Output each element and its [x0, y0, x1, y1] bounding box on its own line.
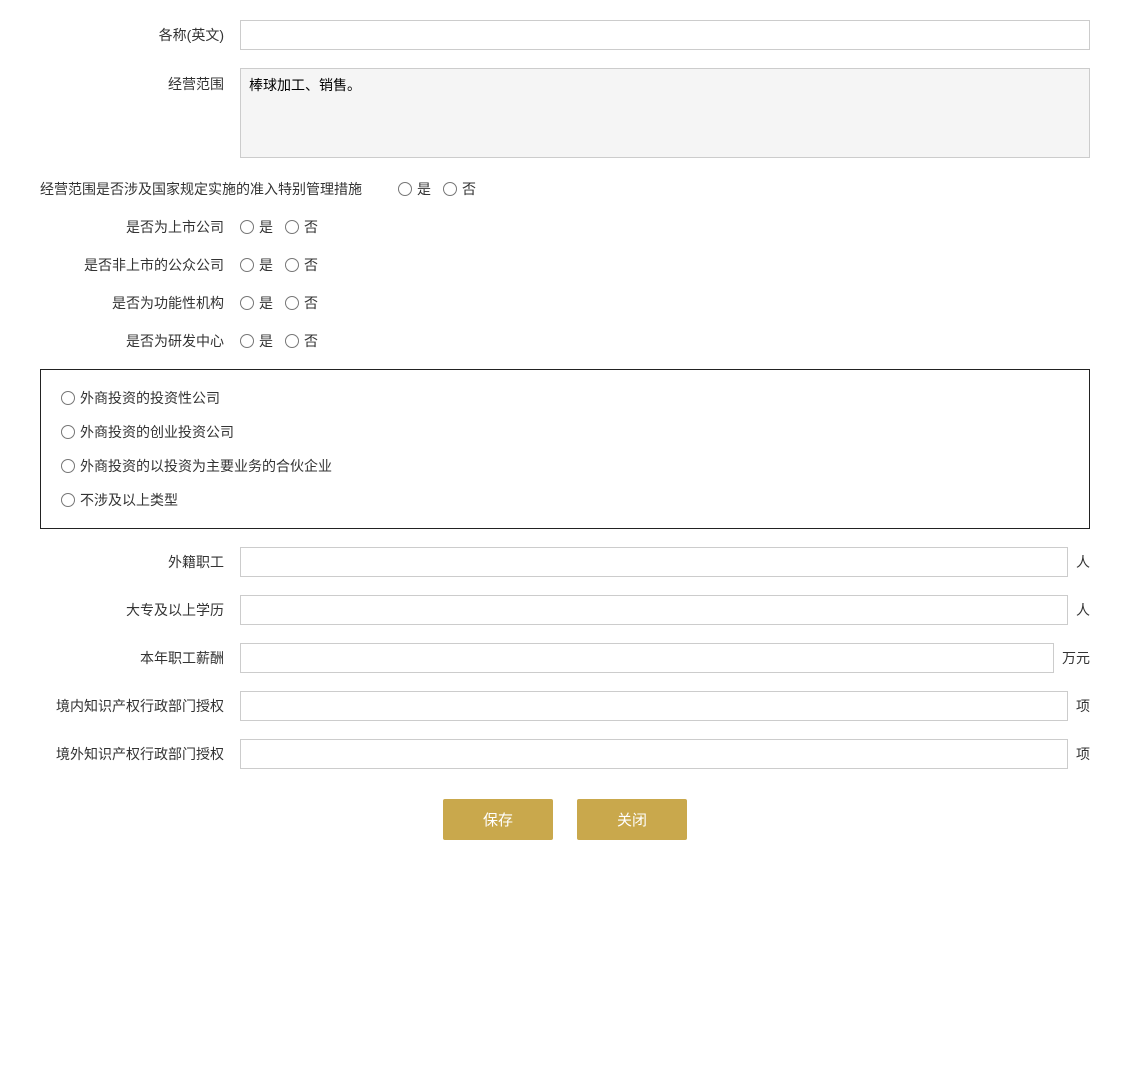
name-en-label: 各称(英文)	[40, 25, 240, 45]
investment-type-1-label: 外商投资的投资性公司	[80, 388, 220, 408]
domestic-ip-input-wrapper: 项	[240, 691, 1090, 721]
listed-company-row: 是否为上市公司 是 否	[40, 217, 1090, 237]
functional-org-radio-group: 是 否	[240, 293, 318, 313]
name-en-input[interactable]	[240, 20, 1090, 50]
business-scope-wrapper: 棒球加工、销售。	[240, 68, 1090, 161]
rd-center-label: 是否为研发中心	[40, 331, 240, 351]
unlisted-public-row: 是否非上市的公众公司 是 否	[40, 255, 1090, 275]
foreign-employees-row: 外籍职工 人	[40, 547, 1090, 577]
investment-type-1[interactable]: 外商投资的投资性公司	[61, 388, 1069, 408]
investment-type-4[interactable]: 不涉及以上类型	[61, 490, 1069, 510]
college-education-input[interactable]	[240, 595, 1068, 625]
functional-org-label: 是否为功能性机构	[40, 293, 240, 313]
special-management-no[interactable]: 否	[443, 179, 476, 199]
special-management-no-label: 否	[462, 179, 476, 199]
functional-org-row: 是否为功能性机构 是 否	[40, 293, 1090, 313]
listed-company-yes[interactable]: 是	[240, 217, 273, 237]
overseas-ip-input[interactable]	[240, 739, 1068, 769]
functional-org-yes-label: 是	[259, 293, 273, 313]
special-management-radio-group: 是 否	[398, 179, 476, 199]
unlisted-public-yes-label: 是	[259, 255, 273, 275]
buttons-row: 保存 关闭	[40, 799, 1090, 840]
investment-type-2[interactable]: 外商投资的创业投资公司	[61, 422, 1069, 442]
college-education-row: 大专及以上学历 人	[40, 595, 1090, 625]
functional-org-no[interactable]: 否	[285, 293, 318, 313]
unlisted-public-label: 是否非上市的公众公司	[40, 255, 240, 275]
rd-center-yes-label: 是	[259, 331, 273, 351]
annual-salary-label: 本年职工薪酬	[40, 648, 240, 668]
domestic-ip-row: 境内知识产权行政部门授权 项	[40, 691, 1090, 721]
college-education-label: 大专及以上学历	[40, 600, 240, 620]
domestic-ip-unit: 项	[1068, 696, 1090, 716]
overseas-ip-unit: 项	[1068, 744, 1090, 764]
rd-center-row: 是否为研发中心 是 否	[40, 331, 1090, 351]
domestic-ip-label: 境内知识产权行政部门授权	[40, 696, 240, 716]
rd-center-no-label: 否	[304, 331, 318, 351]
overseas-ip-input-wrapper: 项	[240, 739, 1090, 769]
annual-salary-unit: 万元	[1054, 648, 1090, 668]
business-scope-textarea[interactable]: 棒球加工、销售。	[240, 68, 1090, 158]
functional-org-yes[interactable]: 是	[240, 293, 273, 313]
listed-company-yes-label: 是	[259, 217, 273, 237]
rd-center-yes[interactable]: 是	[240, 331, 273, 351]
foreign-employees-label: 外籍职工	[40, 552, 240, 572]
overseas-ip-row: 境外知识产权行政部门授权 项	[40, 739, 1090, 769]
annual-salary-input[interactable]	[240, 643, 1054, 673]
functional-org-no-label: 否	[304, 293, 318, 313]
foreign-employees-input[interactable]	[240, 547, 1068, 577]
special-management-row: 经营范围是否涉及国家规定实施的准入特别管理措施 是 否	[40, 179, 1090, 199]
domestic-ip-input[interactable]	[240, 691, 1068, 721]
overseas-ip-label: 境外知识产权行政部门授权	[40, 744, 240, 764]
investment-type-3-label: 外商投资的以投资为主要业务的合伙企业	[80, 456, 332, 476]
listed-company-no-label: 否	[304, 217, 318, 237]
business-scope-row: 经营范围 棒球加工、销售。	[40, 68, 1090, 161]
annual-salary-input-wrapper: 万元	[240, 643, 1090, 673]
unlisted-public-no-label: 否	[304, 255, 318, 275]
college-education-input-wrapper: 人	[240, 595, 1090, 625]
listed-company-no[interactable]: 否	[285, 217, 318, 237]
unlisted-public-no[interactable]: 否	[285, 255, 318, 275]
business-scope-label: 经营范围	[40, 68, 240, 94]
special-management-label: 经营范围是否涉及国家规定实施的准入特别管理措施	[40, 179, 378, 199]
investment-type-4-label: 不涉及以上类型	[80, 490, 178, 510]
investment-type-2-label: 外商投资的创业投资公司	[80, 422, 234, 442]
rd-center-no[interactable]: 否	[285, 331, 318, 351]
rd-center-radio-group: 是 否	[240, 331, 318, 351]
unlisted-public-radio-group: 是 否	[240, 255, 318, 275]
name-en-row: 各称(英文)	[40, 20, 1090, 50]
investment-types-box: 外商投资的投资性公司 外商投资的创业投资公司 外商投资的以投资为主要业务的合伙企…	[40, 369, 1090, 529]
investment-type-3[interactable]: 外商投资的以投资为主要业务的合伙企业	[61, 456, 1069, 476]
foreign-employees-unit: 人	[1068, 552, 1090, 572]
college-education-unit: 人	[1068, 600, 1090, 620]
special-management-yes[interactable]: 是	[398, 179, 431, 199]
annual-salary-row: 本年职工薪酬 万元	[40, 643, 1090, 673]
close-button[interactable]: 关闭	[577, 799, 687, 840]
listed-company-radio-group: 是 否	[240, 217, 318, 237]
special-management-yes-label: 是	[417, 179, 431, 199]
foreign-employees-input-wrapper: 人	[240, 547, 1090, 577]
save-button[interactable]: 保存	[443, 799, 553, 840]
listed-company-label: 是否为上市公司	[40, 217, 240, 237]
unlisted-public-yes[interactable]: 是	[240, 255, 273, 275]
